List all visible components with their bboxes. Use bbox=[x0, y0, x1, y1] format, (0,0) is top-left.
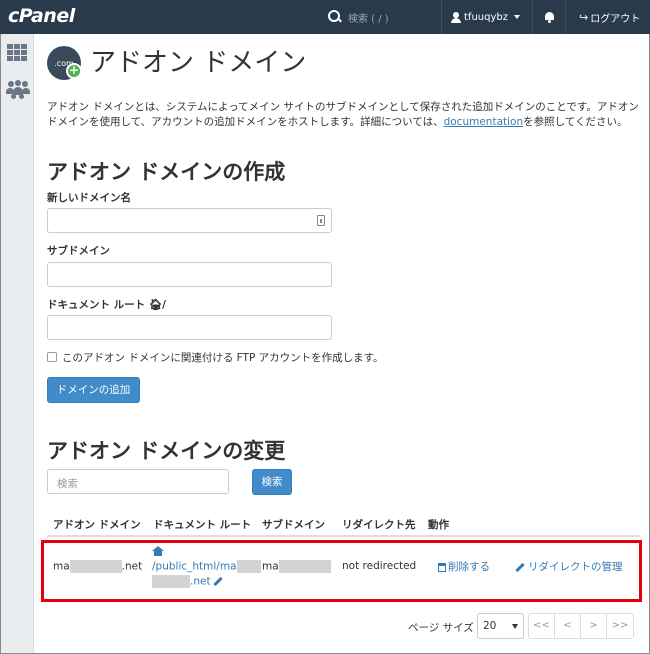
pencil-icon[interactable] bbox=[212, 576, 223, 587]
new-domain-label: 新しいドメイン名 bbox=[47, 192, 131, 204]
delete-button[interactable]: 削除する bbox=[438, 559, 490, 574]
redacted-text bbox=[69, 560, 122, 573]
autofill-icon bbox=[317, 215, 325, 226]
column-redirect[interactable]: リダイレクト先 bbox=[342, 517, 416, 532]
search-button[interactable]: 検索 bbox=[252, 469, 292, 495]
manage-redirect-button[interactable]: リダイレクトの管理 bbox=[515, 559, 623, 574]
search-icon bbox=[326, 8, 344, 26]
sidebar bbox=[1, 34, 34, 653]
chevron-down-icon bbox=[513, 15, 520, 19]
prev-page-button[interactable]: < bbox=[555, 614, 581, 638]
documentation-link[interactable]: documentation bbox=[444, 116, 524, 128]
intro-text: アドオン ドメインとは、システムによってメイン サイトのサブドメインとして保存さ… bbox=[47, 101, 639, 128]
subdomain-label: サブドメイン bbox=[47, 245, 110, 257]
last-page-button[interactable]: >> bbox=[607, 614, 633, 638]
bell-icon bbox=[544, 11, 555, 23]
column-actions: 動作 bbox=[428, 519, 449, 531]
pagination: << < > >> bbox=[528, 613, 634, 639]
subdomain-input[interactable] bbox=[47, 262, 332, 287]
trash-icon bbox=[438, 562, 446, 572]
create-section-title: アドオン ドメインの作成 bbox=[47, 160, 286, 184]
ftp-account-checkbox-label: このアドオン ドメインに関連付ける FTP アカウントを作成します。 bbox=[62, 352, 384, 364]
user-menu[interactable]: tfuuqybz bbox=[441, 0, 533, 34]
users-icon[interactable] bbox=[6, 80, 30, 100]
row-docroot-link[interactable]: /public_html/ma bbox=[152, 560, 261, 573]
page-size-label: ページ サイズ bbox=[408, 622, 474, 634]
username: tfuuqybz bbox=[464, 11, 508, 23]
first-page-button[interactable]: << bbox=[529, 614, 555, 638]
plus-icon: + bbox=[66, 63, 82, 79]
redacted-text bbox=[278, 560, 331, 573]
row-redirect: not redirected bbox=[342, 560, 417, 572]
home-icon: 🏠︎ bbox=[148, 299, 163, 311]
global-search-input[interactable]: 検索 ( / ) bbox=[348, 10, 389, 25]
column-document-root[interactable]: ドキュメント ルート bbox=[153, 517, 251, 532]
top-bar: cPanel 検索 ( / ) tfuuqybz ↪ ログアウト bbox=[0, 0, 650, 34]
column-addon-domain[interactable]: アドオン ドメイン bbox=[53, 517, 141, 532]
notifications-button[interactable] bbox=[534, 0, 566, 34]
row-docroot-link-line2[interactable]: .net bbox=[152, 575, 223, 588]
next-page-button[interactable]: > bbox=[581, 614, 607, 638]
row-subdomain: ma bbox=[262, 560, 331, 573]
redacted-text bbox=[236, 560, 261, 573]
modify-section-title: アドオン ドメインの変更 bbox=[47, 439, 286, 463]
column-subdomain[interactable]: サブドメイン bbox=[262, 517, 325, 532]
user-icon bbox=[451, 11, 461, 23]
home-icon bbox=[152, 546, 164, 556]
add-domain-button[interactable]: ドメインの追加 bbox=[47, 377, 140, 403]
logout-button[interactable]: ↪ ログアウト bbox=[567, 0, 650, 34]
new-domain-input[interactable] bbox=[47, 208, 332, 233]
home-grid-icon[interactable] bbox=[7, 44, 27, 62]
page-title: アドオン ドメイン bbox=[90, 48, 307, 78]
row-addon-domain: ma .net bbox=[53, 560, 143, 573]
logout-icon: ↪ bbox=[579, 10, 589, 24]
global-search[interactable]: 検索 ( / ) bbox=[318, 0, 440, 34]
domain-search-input[interactable]: 検索 bbox=[47, 469, 229, 494]
page-size-select[interactable]: 20 bbox=[477, 613, 524, 639]
cpanel-logo[interactable]: cPanel bbox=[8, 5, 75, 27]
ftp-account-checkbox[interactable] bbox=[47, 352, 57, 362]
table-header-divider bbox=[47, 535, 640, 537]
pencil-icon bbox=[515, 562, 525, 572]
chevron-down-icon bbox=[512, 624, 518, 629]
docroot-label: ドキュメント ルート 🏠︎/ bbox=[47, 299, 166, 311]
docroot-input[interactable] bbox=[47, 315, 332, 340]
redacted-text bbox=[152, 575, 190, 588]
